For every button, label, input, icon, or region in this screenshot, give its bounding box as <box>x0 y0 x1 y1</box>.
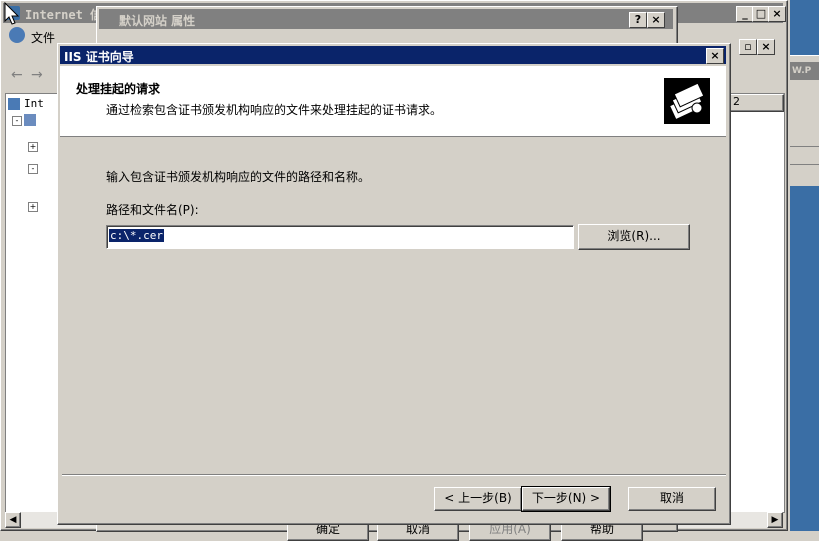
properties-title: 默认网站 属性 <box>119 14 196 28</box>
back-button[interactable]: < 上一步(B) <box>434 487 522 511</box>
server-icon <box>24 114 36 126</box>
back-arrow-icon[interactable]: ← <box>11 67 23 83</box>
background-window-fragment: W.P <box>790 55 819 186</box>
mmc-menu-icon <box>9 27 25 43</box>
close-button[interactable]: × <box>647 12 665 28</box>
wizard-header-description: 通过检索包含证书颁发机构响应的文件来处理挂起的证书请求。 <box>106 103 443 117</box>
tree-panel: Int - + - + <box>5 93 59 513</box>
side-title: W.P <box>790 62 819 80</box>
path-input-value: c:\*.cer <box>109 229 164 242</box>
forward-arrow-icon[interactable]: → <box>31 67 43 83</box>
wizard-titlebar: IIS 证书向导 × <box>60 46 726 64</box>
help-button[interactable]: ? <box>629 12 647 28</box>
wizard-header: 处理挂起的请求 通过检索包含证书颁发机构响应的文件来处理挂起的证书请求。 <box>60 66 726 137</box>
next-button[interactable]: 下一步(N) > <box>521 486 611 512</box>
column-header-label: 2 <box>733 95 740 108</box>
browse-button[interactable]: 浏览(R)... <box>578 224 690 250</box>
instruction-text: 输入包含证书颁发机构响应的文件的路径和名称。 <box>106 170 371 184</box>
tree-expand-icon[interactable]: + <box>28 142 38 152</box>
wizard-header-title: 处理挂起的请求 <box>76 82 161 96</box>
tree-root-label[interactable]: Int <box>24 97 44 110</box>
wizard-cancel-button[interactable]: 取消 <box>628 487 716 511</box>
path-label: 路径和文件名(P): <box>106 203 199 217</box>
scroll-right-button[interactable]: ▶ <box>767 512 783 528</box>
wizard-close-button[interactable]: × <box>706 48 724 64</box>
mouse-cursor-icon <box>4 2 20 25</box>
right-pane: 2 <box>727 93 785 513</box>
tree-collapse-icon[interactable]: - <box>12 116 22 126</box>
scroll-left-button[interactable]: ◀ <box>5 512 21 528</box>
mmc-title: Internet 信 <box>25 8 103 22</box>
footer-separator <box>62 474 726 476</box>
child-close-button[interactable]: × <box>757 39 775 55</box>
tree-collapse-icon[interactable]: - <box>28 164 38 174</box>
wizard-dialog: IIS 证书向导 × 处理挂起的请求 通过检索包含证书颁发机构响应的文件来处理挂… <box>57 43 731 525</box>
tree-expand-icon[interactable]: + <box>28 202 38 212</box>
properties-titlebar: 默认网站 属性 ? × <box>99 9 673 29</box>
close-button[interactable]: × <box>768 6 786 22</box>
wizard-title: IIS 证书向导 <box>64 50 134 64</box>
path-input[interactable]: c:\*.cer <box>106 225 574 249</box>
child-restore-button[interactable]: ▫ <box>739 39 757 55</box>
tree-root-icon <box>8 98 20 110</box>
certificate-stack-icon <box>664 78 710 124</box>
column-header[interactable]: 2 <box>728 94 784 112</box>
menu-file[interactable]: 文件 <box>31 29 55 46</box>
